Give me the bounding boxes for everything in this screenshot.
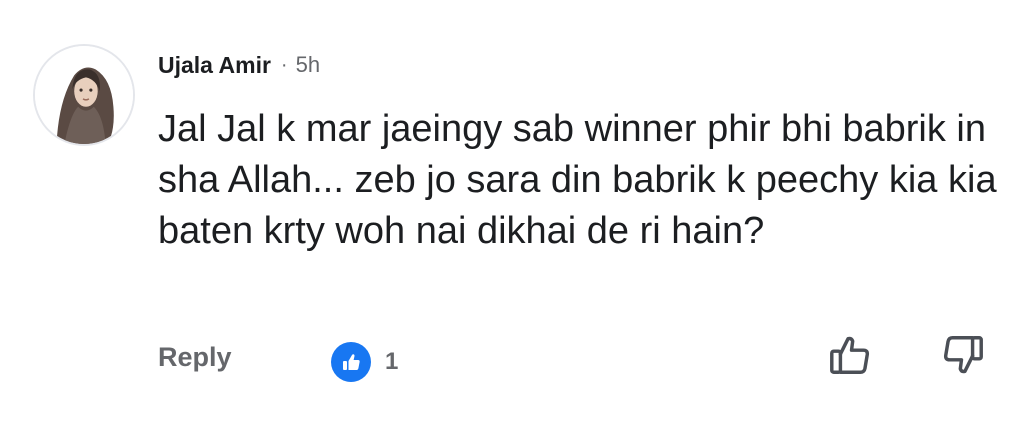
author-name[interactable]: Ujala Amir — [158, 52, 271, 79]
like-reaction-icon — [331, 342, 371, 382]
thumbs-down-icon[interactable] — [940, 332, 986, 378]
avatar-illustration — [35, 46, 133, 144]
thumbs-up-icon[interactable] — [827, 332, 873, 378]
comment-text: Jal Jal k mar jaeingy sab winner phir bh… — [158, 108, 997, 252]
comment-header: Ujala Amir · 5h — [158, 50, 320, 80]
reply-button[interactable]: Reply — [158, 342, 232, 373]
reaction-count: 1 — [385, 348, 399, 375]
timestamp[interactable]: 5h — [296, 52, 320, 78]
separator-dot: · — [280, 53, 288, 76]
avatar[interactable] — [33, 44, 135, 146]
reaction-summary[interactable]: 1 — [331, 342, 398, 382]
